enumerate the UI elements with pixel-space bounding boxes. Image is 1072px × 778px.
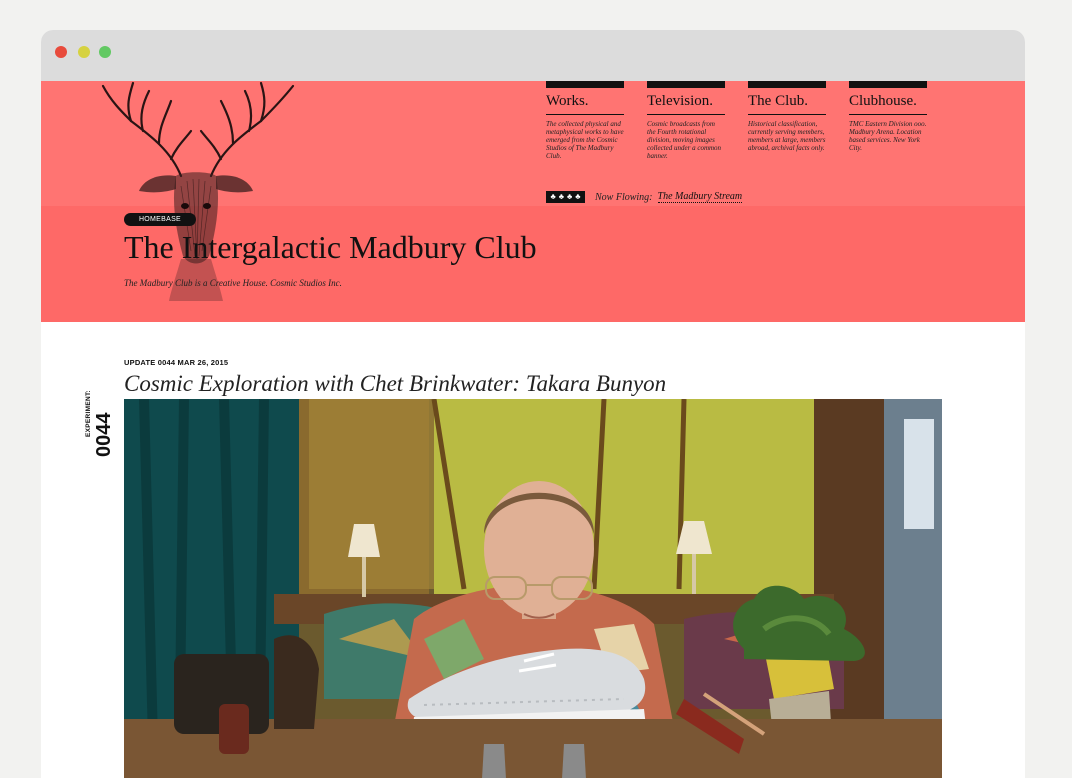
nav-bar xyxy=(647,81,725,88)
main-navigation: Works. The collected physical and metaph… xyxy=(546,81,950,160)
stream-label: Now Flowing: xyxy=(595,191,653,203)
experiment-marker: EXPERIMENT: 0044 xyxy=(85,390,115,467)
site-tagline: The Madbury Club is a Creative House. Co… xyxy=(124,278,342,288)
nav-item-works[interactable]: Works. The collected physical and metaph… xyxy=(546,81,624,160)
man-smelling-sneaker-photo xyxy=(124,399,942,778)
nav-title[interactable]: Works. xyxy=(546,88,624,115)
nav-description: Historical classification, currently ser… xyxy=(748,120,826,152)
experiment-label: EXPERIMENT: xyxy=(85,389,92,437)
maximize-window-dot[interactable] xyxy=(99,46,111,58)
nav-bar xyxy=(546,81,624,88)
main-content: UPDATE 0044 MAR 26, 2015 Cosmic Explorat… xyxy=(41,322,1025,778)
browser-chrome xyxy=(41,30,1025,81)
nav-description: The collected physical and metaphysical … xyxy=(546,120,624,160)
site-title[interactable]: The Intergalactic Madbury Club xyxy=(124,229,537,266)
nav-bar xyxy=(849,81,927,88)
post-title[interactable]: Cosmic Exploration with Chet Brinkwater:… xyxy=(124,371,666,397)
experiment-number: 0044 xyxy=(93,412,115,458)
browser-window: Works. The collected physical and metaph… xyxy=(41,30,1025,778)
club-suits-icon[interactable]: ♣ ♣ ♣ ♣ xyxy=(546,191,585,203)
now-flowing-stream: ♣ ♣ ♣ ♣ Now Flowing: The Madbury Stream xyxy=(546,191,743,203)
homebase-badge[interactable]: HOMEBASE xyxy=(124,213,196,226)
nav-bar xyxy=(748,81,826,88)
nav-item-clubhouse[interactable]: Clubhouse. TMC Eastern Division ooo. Mad… xyxy=(849,81,927,160)
post-update-meta: UPDATE 0044 MAR 26, 2015 xyxy=(124,358,229,367)
stag-illustration xyxy=(101,81,295,301)
nav-description: TMC Eastern Division ooo. Madbury Arena.… xyxy=(849,120,927,152)
close-window-dot[interactable] xyxy=(55,46,67,58)
nav-title[interactable]: The Club. xyxy=(748,88,826,115)
site-header: Works. The collected physical and metaph… xyxy=(41,81,1025,322)
minimize-window-dot[interactable] xyxy=(78,46,90,58)
nav-item-the-club[interactable]: The Club. Historical classification, cur… xyxy=(748,81,826,160)
nav-description: Cosmic broadcasts from the Fourth rotati… xyxy=(647,120,722,160)
nav-title[interactable]: Television. xyxy=(647,88,725,115)
nav-title[interactable]: Clubhouse. xyxy=(849,88,927,115)
nav-item-television[interactable]: Television. Cosmic broadcasts from the F… xyxy=(647,81,725,160)
post-hero-image[interactable] xyxy=(124,399,942,778)
stream-link[interactable]: The Madbury Stream xyxy=(657,191,743,203)
